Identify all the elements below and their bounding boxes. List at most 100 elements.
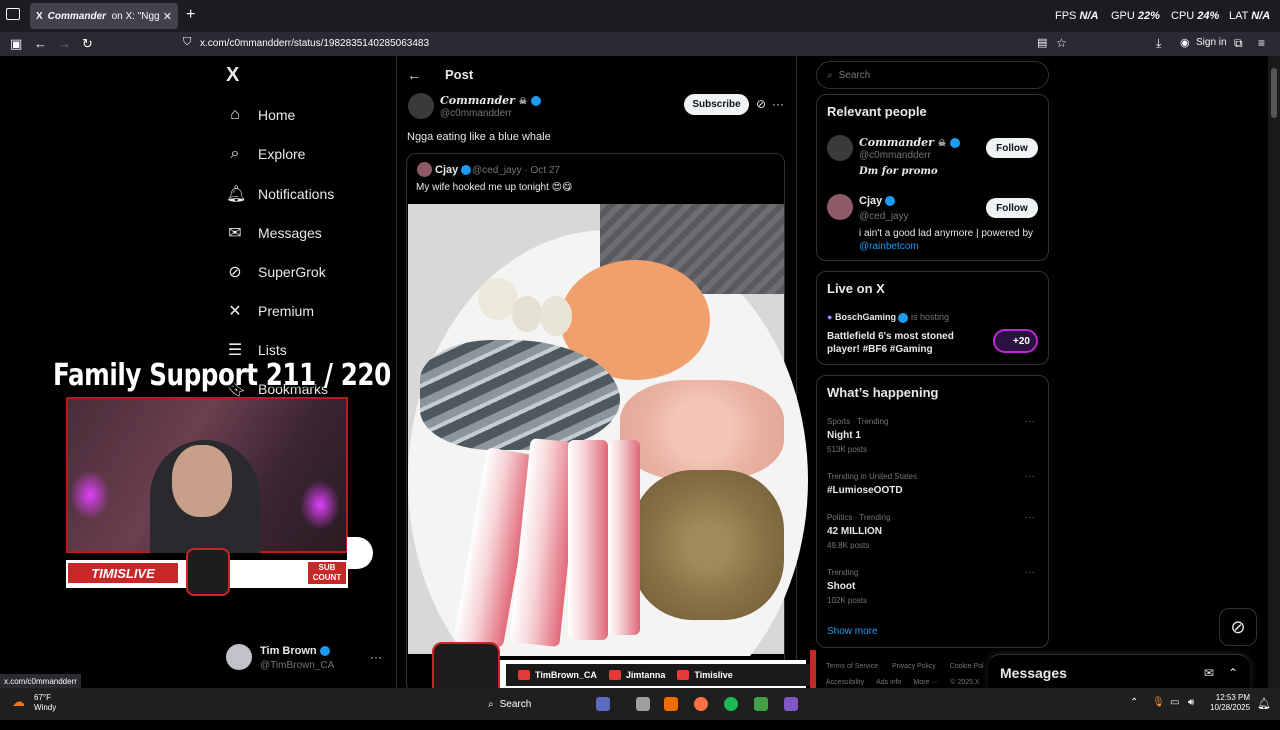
back-icon[interactable]: ← xyxy=(34,36,47,51)
kick-icon xyxy=(677,670,690,680)
avatar[interactable] xyxy=(827,135,853,161)
footer-link[interactable]: Accessibility xyxy=(826,679,864,686)
sign-in-button[interactable]: Sign in xyxy=(1196,37,1227,48)
avatar[interactable] xyxy=(827,194,853,220)
weather-icon[interactable]: ☁ xyxy=(12,694,25,710)
trend-title[interactable]: Night 1 xyxy=(827,430,861,441)
quote-author-name[interactable]: Cjay xyxy=(435,164,472,176)
back-arrow-icon[interactable]: ← xyxy=(407,67,421,83)
account-icon[interactable]: ◉ xyxy=(1180,36,1190,49)
social-icon xyxy=(518,670,530,680)
author-avatar[interactable] xyxy=(408,93,434,119)
brave-icon[interactable] xyxy=(664,697,678,711)
tray-chevron-icon[interactable]: ⌃ xyxy=(1130,697,1138,708)
notification-icon[interactable]: 🔔︎ xyxy=(1257,697,1271,710)
hosting-label: is hosting xyxy=(911,312,950,322)
avatar[interactable] xyxy=(226,644,252,670)
reader-view-icon[interactable]: ▤ xyxy=(1037,36,1047,49)
nav-item-supergrok[interactable]: ⊘ SuperGrok xyxy=(226,262,325,282)
verified-icon xyxy=(530,96,541,106)
trend-title[interactable]: Shoot xyxy=(827,581,855,592)
nav-item-explore[interactable]: ⌕ Explore xyxy=(226,145,306,163)
url-bar[interactable]: x.com/c0mmandderr/status/198283514028506… xyxy=(200,38,429,49)
trend-title[interactable]: 42 MILLION xyxy=(827,526,882,537)
microphone-icon[interactable]: 🎙︎ xyxy=(1152,697,1165,708)
app-icon[interactable] xyxy=(754,697,768,711)
search-icon: ⌕ xyxy=(827,69,833,81)
bio-link[interactable]: @rainbetcom xyxy=(859,241,919,252)
nav-item-notifications[interactable]: 🔔︎ Notifications xyxy=(226,184,334,204)
shield-icon[interactable]: ⛉ xyxy=(183,36,191,49)
relevant-people-title: Relevant people xyxy=(827,104,927,119)
messages-drawer[interactable]: Messages ✉ ⌃ xyxy=(988,654,1250,690)
weather-widget[interactable]: 67°F Windy xyxy=(34,693,56,713)
search-input[interactable]: ⌕ Search xyxy=(816,61,1049,89)
profile-name[interactable]: Tim Brown xyxy=(260,645,330,657)
network-icon[interactable]: ▭ xyxy=(1170,697,1179,708)
trend-title[interactable]: #LumioseOOTD xyxy=(827,485,903,496)
app-icon[interactable] xyxy=(636,697,650,711)
nav-item-messages[interactable]: ✉ Messages xyxy=(226,223,322,243)
shrimp xyxy=(620,380,784,480)
firefox-icon[interactable] xyxy=(694,697,708,711)
grok-fab-icon[interactable]: ⊘ xyxy=(1219,608,1257,646)
crab-stick xyxy=(568,440,608,640)
taskbar-search[interactable]: ⌕ Search xyxy=(480,694,590,714)
follow-button[interactable]: Follow xyxy=(986,198,1038,218)
footer-link[interactable]: Privacy Policy xyxy=(892,663,936,670)
live-viewers[interactable]: +20 xyxy=(993,329,1038,353)
scrollbar[interactable] xyxy=(1268,56,1280,688)
home-icon: ⌂ xyxy=(230,106,240,123)
nav-item-premium[interactable]: ✕ Premium xyxy=(226,301,314,321)
person-name[interactable]: Commander ☠ xyxy=(859,136,960,149)
show-more-link[interactable]: Show more xyxy=(827,626,878,637)
volume-icon[interactable]: 🔊︎ xyxy=(1188,697,1194,708)
bookmark-star-icon[interactable]: ☆ xyxy=(1056,36,1067,50)
footer-link[interactable]: Ads info xyxy=(876,679,901,686)
trend-more-icon[interactable]: ··· xyxy=(1025,567,1035,578)
trend-more-icon[interactable]: ··· xyxy=(1025,471,1035,482)
expand-icon[interactable]: ⌃ xyxy=(1228,666,1238,680)
download-icon[interactable]: ⤓ xyxy=(1156,36,1161,51)
forward-icon[interactable]: → xyxy=(58,36,71,51)
clock[interactable]: 12:53 PM 10/28/2025 xyxy=(1210,693,1250,713)
person-bio-text: i ain't a good lad anymore | powered by xyxy=(859,228,1034,239)
reload-icon[interactable]: ↻ xyxy=(82,36,93,52)
spotify-icon[interactable] xyxy=(724,697,738,711)
host-name: BoschGaming xyxy=(834,312,896,322)
footer-link[interactable]: More ··· xyxy=(913,679,938,686)
new-tab-icon[interactable]: + xyxy=(186,6,195,24)
live-title: Live on X xyxy=(827,281,885,296)
follow-button[interactable]: Follow xyxy=(986,138,1038,158)
footer-link[interactable]: Terms of Service xyxy=(826,663,878,670)
live-stream-title[interactable]: Battlefield 6's most stoned player! #BF6… xyxy=(827,330,977,356)
footer-link[interactable]: Cookie Pol xyxy=(950,663,984,670)
trend-more-icon[interactable]: ··· xyxy=(1025,512,1035,523)
author-handle[interactable]: @c0mmandderr xyxy=(440,108,512,119)
new-message-icon[interactable]: ✉ xyxy=(1204,666,1214,680)
grok-icon[interactable]: ⊘ xyxy=(756,97,766,111)
scrollbar-thumb[interactable] xyxy=(1271,68,1277,118)
app-icon[interactable] xyxy=(596,697,610,711)
author-name[interactable]: Commander ☠ xyxy=(440,94,541,107)
sidebar-toggle-icon[interactable]: ▣ xyxy=(10,36,22,52)
browser-tab[interactable]: X Commander on X: "Ngga ✕ xyxy=(30,3,178,29)
app-icon[interactable] xyxy=(784,697,798,711)
extensions-icon[interactable]: ⧉ xyxy=(1234,36,1243,51)
youtube-icon xyxy=(608,670,621,680)
quote-avatar[interactable] xyxy=(417,162,432,177)
person-name[interactable]: Cjay xyxy=(859,195,896,207)
more-icon[interactable]: ··· xyxy=(370,650,382,664)
nav-item-home[interactable]: ⌂ Home xyxy=(226,106,295,124)
nav-item-lists[interactable]: ☰ Lists xyxy=(226,340,287,360)
subscribe-button[interactable]: Subscribe xyxy=(684,94,749,115)
x-logo-icon[interactable]: X xyxy=(226,64,239,87)
live-host[interactable]: ● BoschGaming is hosting xyxy=(827,312,949,323)
tab-list-icon[interactable] xyxy=(6,8,20,20)
post-more-icon[interactable]: ··· xyxy=(772,97,784,111)
menu-icon[interactable]: ≡ xyxy=(1258,36,1265,50)
close-tab-icon[interactable]: ✕ xyxy=(163,10,172,23)
trend-more-icon[interactable]: ··· xyxy=(1025,416,1035,427)
nav-label: Lists xyxy=(258,342,287,358)
verified-icon xyxy=(319,646,330,657)
